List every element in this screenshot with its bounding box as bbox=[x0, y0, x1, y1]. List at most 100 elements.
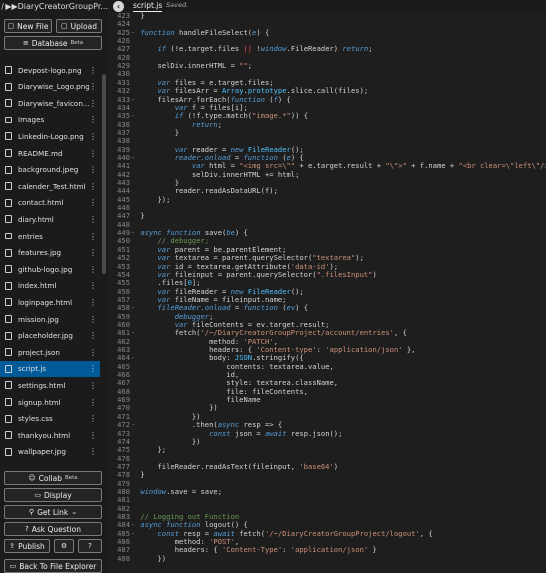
file-name: loginpage.html bbox=[18, 297, 73, 307]
upload-label: Upload bbox=[70, 21, 97, 31]
kebab-menu-icon[interactable]: ⋮ bbox=[89, 232, 97, 241]
file-item[interactable]: signup.html ⋮ bbox=[0, 394, 100, 410]
code-text: }); bbox=[136, 194, 171, 204]
kebab-menu-icon[interactable]: ⋮ bbox=[89, 265, 97, 274]
kebab-menu-icon[interactable]: ⋮ bbox=[89, 66, 97, 75]
file-item[interactable]: Diarywise_favicon... ⋮ bbox=[0, 95, 100, 111]
file-icon bbox=[5, 248, 12, 257]
display-icon: ▭ bbox=[34, 491, 41, 499]
new-file-button[interactable]: ▢ New File bbox=[4, 19, 52, 33]
file-item[interactable]: wallpaper.jpg ⋮ bbox=[0, 444, 100, 460]
code-editor[interactable]: 423 } 424 425- function handleFileSelect(… bbox=[108, 12, 546, 573]
file-icon bbox=[5, 132, 12, 141]
kebab-menu-icon[interactable]: ⋮ bbox=[89, 315, 97, 324]
code-text: selDiv.innerHTML = ""; bbox=[136, 61, 253, 71]
kebab-menu-icon[interactable]: ⋮ bbox=[89, 165, 97, 174]
file-name: placeholder.jpg bbox=[18, 331, 73, 341]
file-icon bbox=[5, 281, 12, 290]
kebab-menu-icon[interactable]: ⋮ bbox=[89, 215, 97, 224]
file-item[interactable]: features.jpg ⋮ bbox=[0, 245, 100, 261]
file-name: signup.html bbox=[18, 397, 61, 407]
kebab-menu-icon[interactable]: ⋮ bbox=[89, 447, 97, 456]
code-text: headers: { 'Content-Type': 'application/… bbox=[136, 545, 377, 555]
publish-label: Publish bbox=[18, 541, 45, 551]
file-icon bbox=[5, 182, 12, 191]
file-item[interactable]: project.json ⋮ bbox=[0, 344, 100, 360]
beta-badge: Beta bbox=[70, 40, 84, 46]
kebab-menu-icon[interactable]: ⋮ bbox=[89, 364, 97, 373]
kebab-menu-icon[interactable]: ⋮ bbox=[89, 248, 97, 257]
file-icon bbox=[5, 348, 12, 357]
scrollbar-thumb[interactable] bbox=[102, 74, 106, 274]
file-item[interactable]: styles.css ⋮ bbox=[0, 411, 100, 427]
save-status: Saved. bbox=[166, 1, 189, 9]
kebab-menu-icon[interactable]: ⋮ bbox=[89, 398, 97, 407]
ask-question-button[interactable]: ? Ask Question bbox=[4, 522, 102, 536]
kebab-menu-icon[interactable]: ⋮ bbox=[89, 298, 97, 307]
kebab-menu-icon[interactable]: ⋮ bbox=[89, 331, 97, 340]
file-item[interactable]: diary.html ⋮ bbox=[0, 211, 100, 227]
publish-button[interactable]: ⇪ Publish bbox=[4, 539, 50, 553]
back-to-file-explorer-button[interactable]: ▭ Back To File Explorer bbox=[4, 559, 102, 573]
tab-script-js[interactable]: script.js bbox=[133, 0, 163, 12]
code-line: 425- function handleFileSelect(e) { bbox=[108, 28, 269, 37]
code-text: } bbox=[136, 127, 179, 137]
file-name: entries bbox=[18, 231, 43, 241]
kebab-menu-icon[interactable]: ⋮ bbox=[89, 381, 97, 390]
file-icon bbox=[5, 398, 12, 406]
kebab-menu-icon[interactable]: ⋮ bbox=[89, 348, 97, 357]
file-item[interactable]: README.md ⋮ bbox=[0, 145, 100, 161]
kebab-menu-icon[interactable]: ⋮ bbox=[89, 182, 97, 191]
file-name: script.js bbox=[18, 364, 47, 374]
file-item[interactable]: github-logo.jpg ⋮ bbox=[0, 261, 100, 277]
line-number: 488 bbox=[117, 553, 130, 563]
kebab-menu-icon[interactable]: ⋮ bbox=[89, 198, 97, 207]
file-icon bbox=[5, 364, 12, 373]
file-item[interactable]: loginpage.html ⋮ bbox=[0, 294, 100, 310]
kebab-menu-icon[interactable]: ⋮ bbox=[89, 149, 97, 158]
kebab-menu-icon[interactable]: ⋮ bbox=[89, 99, 97, 108]
file-item[interactable]: script.js ⋮ bbox=[0, 360, 100, 377]
file-icon bbox=[5, 265, 12, 274]
file-icon bbox=[5, 414, 12, 423]
database-button[interactable]: ≡ Database Beta bbox=[4, 36, 102, 50]
get-link-label: Get Link bbox=[37, 507, 69, 517]
kebab-menu-icon[interactable]: ⋮ bbox=[89, 132, 97, 141]
kebab-menu-icon[interactable]: ⋮ bbox=[89, 281, 97, 290]
file-icon bbox=[5, 149, 12, 157]
settings-button[interactable]: ⚙ bbox=[54, 539, 74, 553]
file-icon bbox=[5, 315, 12, 323]
back-to-file-explorer-label: Back To File Explorer bbox=[19, 561, 97, 571]
help-button[interactable]: ? bbox=[78, 539, 102, 553]
file-item[interactable]: index.html ⋮ bbox=[0, 278, 100, 294]
back-arrow-icon[interactable]: ‹ bbox=[113, 1, 124, 12]
folder-item[interactable]: entries ⋮ bbox=[0, 228, 100, 244]
file-item[interactable]: calender_Test.html ⋮ bbox=[0, 178, 100, 194]
file-item[interactable]: placeholder.jpg ⋮ bbox=[0, 328, 100, 344]
file-item[interactable]: thankyou.html ⋮ bbox=[0, 427, 100, 443]
folder-item[interactable]: Images ⋮ bbox=[0, 112, 100, 128]
kebab-menu-icon[interactable]: ⋮ bbox=[89, 82, 97, 91]
file-item[interactable]: Devpost-logo.png ⋮ bbox=[0, 62, 100, 78]
publish-icon: ⇪ bbox=[9, 542, 16, 550]
file-item[interactable]: Diarywise_Logo.png ⋮ bbox=[0, 79, 100, 95]
file-item[interactable]: Linkedin-Logo.png ⋮ bbox=[0, 128, 100, 144]
collab-button[interactable]: ☺ Collab Beta bbox=[4, 471, 102, 485]
get-link-button[interactable]: ⚲ Get Link ⌄ bbox=[4, 505, 102, 519]
kebab-menu-icon[interactable]: ⋮ bbox=[89, 431, 97, 440]
file-item[interactable]: mission.jpg ⋮ bbox=[0, 311, 100, 327]
file-item[interactable]: contact.html ⋮ bbox=[0, 195, 100, 211]
gear-icon: ⚙ bbox=[60, 542, 68, 550]
kebab-menu-icon[interactable]: ⋮ bbox=[89, 115, 97, 124]
upload-button[interactable]: ▢ Upload bbox=[56, 19, 102, 33]
code-line: 427 if (!e.target.files || !window.FileR… bbox=[108, 44, 372, 53]
file-name: project.json bbox=[18, 347, 60, 357]
file-icon bbox=[5, 215, 12, 224]
file-name: Diarywise_Logo.png bbox=[18, 82, 89, 92]
file-item[interactable]: settings.html ⋮ bbox=[0, 377, 100, 393]
database-label: Database bbox=[31, 38, 68, 48]
kebab-menu-icon[interactable]: ⋮ bbox=[89, 414, 97, 423]
file-item[interactable]: background.jpeg ⋮ bbox=[0, 162, 100, 178]
display-button[interactable]: ▭ Display bbox=[4, 488, 102, 502]
file-name: mission.jpg bbox=[18, 314, 59, 324]
